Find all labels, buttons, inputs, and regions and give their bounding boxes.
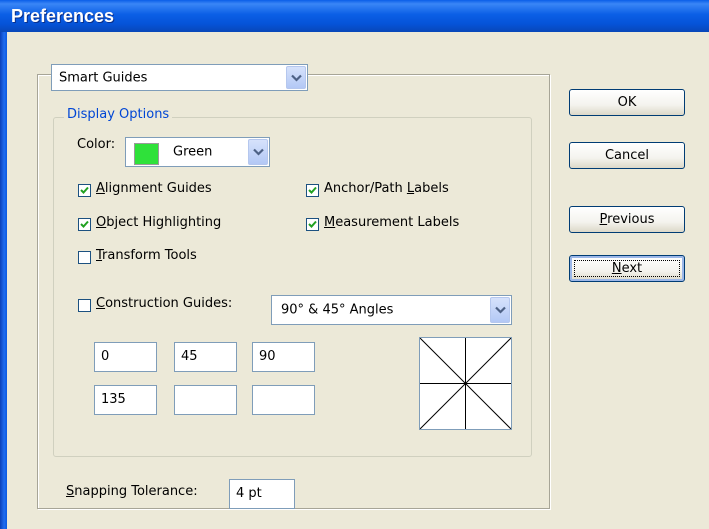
display-options-title: Display Options [64, 107, 173, 122]
angles-preview [419, 337, 512, 430]
checkbox-label: Transform Tools [96, 248, 197, 263]
checkmark-icon [80, 220, 89, 228]
cancel-button[interactable]: Cancel [569, 142, 685, 169]
checkbox-box[interactable] [306, 218, 319, 231]
color-dropdown[interactable]: Green [125, 137, 270, 167]
checkbox-box[interactable] [78, 299, 91, 312]
checkmark-icon [308, 220, 317, 228]
category-dropdown[interactable]: Smart Guides [51, 64, 308, 91]
next-button[interactable]: Next [569, 255, 685, 282]
chevron-down-icon [291, 74, 302, 82]
construction-angles-dropdown[interactable]: 90° & 45° Angles [271, 295, 512, 325]
ok-button[interactable]: OK [569, 89, 685, 116]
angle-field-3[interactable]: 90 [252, 342, 315, 372]
checkmark-icon [80, 186, 89, 194]
checkbox-label: Alignment Guides [96, 181, 212, 196]
angle-field-1[interactable]: 0 [94, 342, 157, 372]
previous-button[interactable]: Previous [569, 206, 685, 233]
chevron-down-icon [495, 306, 506, 314]
angle-field-2[interactable]: 45 [174, 342, 237, 372]
chevron-down-icon [253, 148, 264, 156]
checkbox-label: Anchor/Path Labels [324, 181, 449, 196]
checkbox-label: Measurement Labels [324, 215, 460, 230]
category-dropdown-button[interactable] [286, 66, 306, 89]
snapping-tolerance-label: Snapping Tolerance: [66, 484, 198, 499]
color-label: Color: [77, 137, 116, 152]
color-dropdown-button[interactable] [248, 139, 268, 165]
angles-preview-icon [419, 337, 512, 430]
construction-angles-button[interactable] [490, 297, 510, 323]
category-dropdown-value: Smart Guides [59, 70, 148, 85]
color-swatch [134, 143, 159, 165]
checkbox-box[interactable] [306, 184, 319, 197]
checkmark-icon [308, 186, 317, 194]
window-left-border [0, 32, 7, 529]
checkbox-box[interactable] [78, 218, 91, 231]
checkbox-label: Construction Guides: [96, 296, 233, 311]
angle-field-4[interactable]: 135 [94, 385, 157, 415]
snapping-tolerance-input[interactable]: 4 pt [229, 479, 295, 509]
window-title: Preferences [11, 6, 115, 26]
angle-field-5[interactable] [174, 385, 237, 415]
title-bar[interactable]: Preferences [0, 0, 709, 32]
construction-angles-value: 90° & 45° Angles [281, 302, 394, 318]
checkbox-box[interactable] [78, 184, 91, 197]
next-button-label: Next [611, 261, 643, 276]
color-dropdown-value: Green [173, 144, 213, 160]
previous-button-label: Previous [599, 212, 655, 227]
checkbox-box[interactable] [78, 251, 91, 264]
checkbox-label: Object Highlighting [96, 215, 222, 230]
angle-field-6[interactable] [252, 385, 315, 415]
